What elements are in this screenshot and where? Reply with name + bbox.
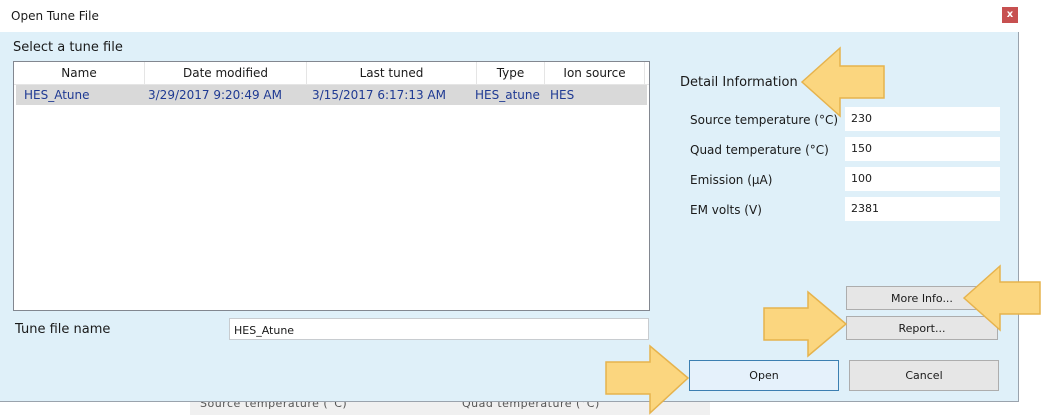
- tune-file-list[interactable]: Name Date modified Last tuned Type Ion s…: [13, 61, 650, 311]
- cell-type: HES_atune: [475, 88, 540, 102]
- table-row[interactable]: HES_Atune 3/29/2017 9:20:49 AM 3/15/2017…: [16, 85, 647, 105]
- cell-date-modified: 3/29/2017 9:20:49 AM: [148, 88, 282, 102]
- emission-label: Emission (µA): [690, 173, 773, 187]
- cell-last-tuned: 3/15/2017 6:17:13 AM: [312, 88, 446, 102]
- emission-value: 100: [845, 167, 1000, 191]
- open-button[interactable]: Open: [689, 360, 839, 391]
- tune-file-name-input[interactable]: [229, 318, 649, 340]
- em-volts-label: EM volts (V): [690, 203, 762, 217]
- column-header-name[interactable]: Name: [14, 62, 145, 84]
- column-header-ion-source[interactable]: Ion source: [545, 62, 645, 84]
- close-button[interactable]: x: [1002, 7, 1018, 23]
- background-text-right: Quad temperature (°C): [462, 402, 600, 410]
- column-header-date-modified[interactable]: Date modified: [145, 62, 307, 84]
- title-bar: Open Tune File x: [0, 0, 1019, 32]
- quad-temperature-value: 150: [845, 137, 1000, 161]
- cancel-button[interactable]: Cancel: [849, 360, 999, 391]
- em-volts-value: 2381: [845, 197, 1000, 221]
- column-header-last-tuned[interactable]: Last tuned: [307, 62, 477, 84]
- callout-arrow-right-icon: [605, 344, 690, 415]
- callout-arrow-right-icon: [763, 290, 848, 358]
- list-header: Name Date modified Last tuned Type Ion s…: [14, 62, 649, 85]
- close-icon: x: [1006, 9, 1014, 20]
- cell-ion-source: HES: [550, 88, 575, 102]
- select-tune-file-label: Select a tune file: [13, 40, 123, 55]
- callout-arrow-left-icon: [962, 264, 1041, 332]
- detail-information-title: Detail Information: [680, 75, 798, 90]
- tune-file-name-label: Tune file name: [15, 322, 111, 337]
- column-header-type[interactable]: Type: [477, 62, 545, 84]
- window-title: Open Tune File: [11, 9, 99, 23]
- cell-name: HES_Atune: [24, 88, 90, 102]
- callout-arrow-left-icon: [800, 46, 885, 118]
- background-text-left: Source temperature (°C): [200, 402, 348, 410]
- quad-temperature-label: Quad temperature (°C): [690, 143, 829, 157]
